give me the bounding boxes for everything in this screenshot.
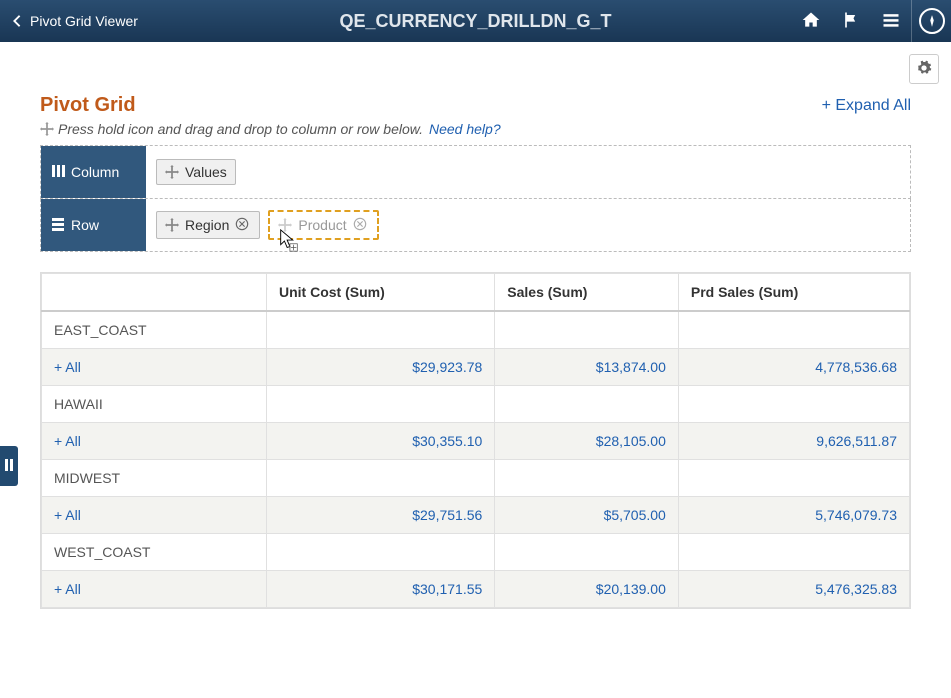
table-row: MIDWEST bbox=[42, 460, 910, 497]
chip-remove-product[interactable] bbox=[351, 216, 369, 234]
chip-values[interactable]: Values bbox=[156, 159, 236, 185]
col-header-blank bbox=[42, 274, 267, 312]
move-icon bbox=[165, 165, 179, 179]
chip-label: Region bbox=[185, 217, 229, 233]
side-panel-handle[interactable] bbox=[0, 446, 18, 486]
flag-icon bbox=[841, 10, 861, 33]
header-row: Unit Cost (Sum) Sales (Sum) Prd Sales (S… bbox=[42, 274, 910, 312]
cell-sales[interactable]: $20,139.00 bbox=[495, 571, 679, 608]
cell-sales[interactable]: $5,705.00 bbox=[495, 497, 679, 534]
column-drop-zone[interactable]: Values bbox=[146, 146, 246, 198]
column-axis-row: Column Values bbox=[40, 145, 911, 199]
pivot-config: Column Values Row Region Product bbox=[40, 145, 911, 252]
home-button[interactable] bbox=[791, 0, 831, 42]
pause-icon bbox=[4, 458, 14, 475]
columns-icon bbox=[51, 164, 71, 181]
move-icon bbox=[278, 218, 292, 232]
chevron-left-icon bbox=[10, 14, 24, 28]
close-circle-icon bbox=[353, 217, 367, 234]
settings-button[interactable] bbox=[909, 54, 939, 84]
expand-all-cell[interactable]: + All bbox=[42, 571, 267, 608]
chip-label: Values bbox=[185, 164, 227, 180]
table-row: WEST_COAST bbox=[42, 534, 910, 571]
table-row: EAST_COAST bbox=[42, 311, 910, 349]
chip-remove-region[interactable] bbox=[233, 216, 251, 234]
close-circle-icon bbox=[235, 217, 249, 234]
move-icon bbox=[165, 218, 179, 232]
hint-text: Press hold icon and drag and drop to col… bbox=[58, 121, 423, 137]
compass-icon bbox=[919, 8, 945, 34]
cell-prd-sales[interactable]: 9,626,511.87 bbox=[678, 423, 909, 460]
column-axis-label: Column bbox=[41, 146, 146, 198]
region-cell[interactable]: EAST_COAST bbox=[42, 311, 267, 349]
cell-sales[interactable]: $28,105.00 bbox=[495, 423, 679, 460]
page-title: Pivot Grid bbox=[40, 94, 136, 117]
page-banner-title: QE_CURRENCY_DRILLDN_G_T bbox=[339, 11, 611, 32]
gear-icon bbox=[916, 60, 932, 79]
app-banner: Pivot Grid Viewer QE_CURRENCY_DRILLDN_G_… bbox=[0, 0, 951, 42]
cell-prd-sales[interactable]: 5,746,079.73 bbox=[678, 497, 909, 534]
table-row: + All$30,171.55$20,139.005,476,325.83 bbox=[42, 571, 910, 608]
row-axis-label: Row bbox=[41, 199, 146, 251]
chip-product-ghost[interactable]: Product bbox=[268, 210, 378, 240]
table-row: + All$29,923.78$13,874.004,778,536.68 bbox=[42, 349, 910, 386]
row-axis-row: Row Region Product bbox=[40, 199, 911, 252]
cell-unit-cost[interactable]: $29,923.78 bbox=[267, 349, 495, 386]
hamburger-icon bbox=[881, 10, 901, 33]
cell-unit-cost[interactable]: $30,355.10 bbox=[267, 423, 495, 460]
col-header-unit-cost[interactable]: Unit Cost (Sum) bbox=[267, 274, 495, 312]
chip-region[interactable]: Region bbox=[156, 211, 260, 239]
chip-label: Product bbox=[298, 217, 346, 233]
rows-icon bbox=[51, 217, 71, 234]
row-drop-zone[interactable]: Region Product bbox=[146, 199, 389, 251]
notifications-button[interactable] bbox=[831, 0, 871, 42]
move-icon bbox=[40, 122, 54, 136]
cell-prd-sales[interactable]: 5,476,325.83 bbox=[678, 571, 909, 608]
expand-all-cell[interactable]: + All bbox=[42, 349, 267, 386]
home-icon bbox=[801, 10, 821, 33]
cell-unit-cost[interactable]: $30,171.55 bbox=[267, 571, 495, 608]
back-button[interactable]: Pivot Grid Viewer bbox=[0, 0, 148, 42]
col-header-sales[interactable]: Sales (Sum) bbox=[495, 274, 679, 312]
need-help-link[interactable]: Need help? bbox=[429, 121, 501, 137]
menu-button[interactable] bbox=[871, 0, 911, 42]
expand-all-cell[interactable]: + All bbox=[42, 497, 267, 534]
region-cell[interactable]: HAWAII bbox=[42, 386, 267, 423]
navigator-button[interactable] bbox=[911, 0, 951, 42]
cell-sales[interactable]: $13,874.00 bbox=[495, 349, 679, 386]
expand-all-cell[interactable]: + All bbox=[42, 423, 267, 460]
cell-prd-sales[interactable]: 4,778,536.68 bbox=[678, 349, 909, 386]
table-row: HAWAII bbox=[42, 386, 910, 423]
back-button-label: Pivot Grid Viewer bbox=[30, 13, 138, 29]
table-row: + All$29,751.56$5,705.005,746,079.73 bbox=[42, 497, 910, 534]
table-row: + All$30,355.10$28,105.009,626,511.87 bbox=[42, 423, 910, 460]
region-cell[interactable]: WEST_COAST bbox=[42, 534, 267, 571]
pivot-grid-table: Unit Cost (Sum) Sales (Sum) Prd Sales (S… bbox=[41, 273, 910, 608]
cell-unit-cost[interactable]: $29,751.56 bbox=[267, 497, 495, 534]
region-cell[interactable]: MIDWEST bbox=[42, 460, 267, 497]
expand-all-link[interactable]: + Expand All bbox=[822, 97, 911, 115]
col-header-prd-sales[interactable]: Prd Sales (Sum) bbox=[678, 274, 909, 312]
